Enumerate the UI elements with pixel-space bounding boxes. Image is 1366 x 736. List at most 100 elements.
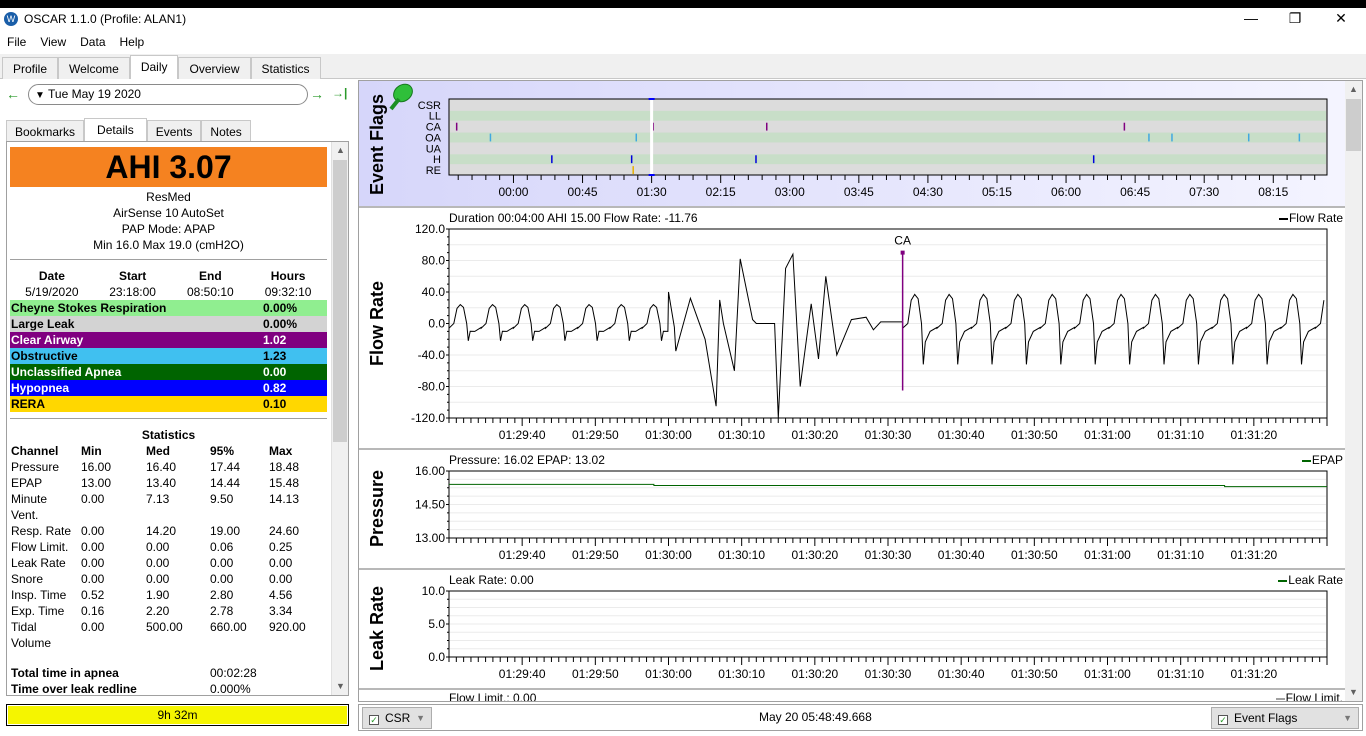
machine-model: AirSense 10 AutoSet [113,206,224,220]
stat-channel: Pressure [11,460,60,474]
total-value: 00:02:28 [210,666,257,680]
stat-p95: 0.00 [210,556,234,570]
tab-daily[interactable]: Daily [129,55,179,79]
pressure-settings: Min 16.0 Max 19.0 (cmH2O) [93,238,244,252]
restore-button[interactable]: ❐ [1272,8,1318,30]
scrollbar-thumb[interactable] [333,160,347,442]
x-tick-label: 01:30:40 [938,548,985,562]
tab-details[interactable]: Details [84,118,147,141]
title-bar: W OSCAR 1.1.0 (Profile: ALAN1) — ❐ ✕ [0,8,1366,30]
flow-rate-graph[interactable]: Flow Rate Duration 00:04:00 AHI 15.00 Fl… [359,208,1345,450]
date-picker[interactable]: ▼ Tue May 19 2020 [28,84,308,105]
y-tick-label: 0.0 [428,650,445,664]
event-index-row: Large Leak 0.00% [10,316,327,332]
x-tick-label: 01:30:50 [1011,428,1058,442]
stat-min: 13.00 [81,476,112,490]
stat-max: 15.48 [269,476,300,490]
event-index-row: RERA 0.10 [10,396,327,412]
stat-min: 0.00 [81,556,105,570]
stat-max: 24.60 [269,524,300,538]
leak-rate-plot[interactable]: 10.0 5.0 0.0 01:29:40 01:29:50 01:30:00 01:30:… [359,570,1345,690]
x-tick-label: 01:30:00 [645,667,692,681]
x-tick-label: 01:30 [637,185,667,199]
session-end: 08:50:10 [187,285,234,299]
x-tick-label: 01:31:10 [1157,428,1204,442]
y-tick-label: 10.0 [422,584,446,598]
event-flags-graph[interactable]: Event Flags CSR LL CA OA UA H RE 00:00 00:45 01:3… [359,81,1345,208]
event-index-label: Cheyne Stokes Respiration [11,301,167,315]
stat-min: 0.00 [81,524,105,538]
detail-tabs: Bookmarks Details Events Notes [6,118,251,141]
x-tick-label: 01:29:50 [572,667,619,681]
stat-channel: Flow Limit. [11,540,69,554]
tab-profile[interactable]: Profile [2,57,59,79]
stat-p95: 2.78 [210,604,234,618]
x-tick-label: 01:30:00 [645,428,692,442]
tab-welcome[interactable]: Welcome [58,57,130,79]
event-flags-plot[interactable]: CSRLLCAOAUAHRE00:00 00:45 01:30 02:15 03:00 0… [359,81,1345,208]
x-tick-label: 01:30:10 [718,548,765,562]
menu-help[interactable]: Help [113,35,152,49]
total-label: Time over leak redline [11,682,137,696]
tab-events[interactable]: Events [146,120,202,141]
dropdown-triangle-icon: ▼ [35,90,45,101]
cursor-timestamp: May 20 05:48:49.668 [759,710,872,724]
session-hours: 09:32:10 [264,285,312,299]
last-day-button[interactable]: →| [332,86,347,100]
x-tick-label: 01:29:50 [572,428,619,442]
view-window-marker [650,99,654,175]
next-day-button[interactable]: → [310,86,324,102]
tab-bookmarks[interactable]: Bookmarks [6,120,85,141]
menu-file[interactable]: File [0,35,33,49]
x-tick-label: 08:15 [1258,185,1288,199]
menu-data[interactable]: Data [73,35,112,49]
pressure-graph[interactable]: Pressure Pressure: 16.02 EPAP: 13.02 EPA… [359,450,1345,570]
scroll-down-icon[interactable]: ▼ [332,678,348,695]
x-tick-label: 03:00 [775,185,805,199]
minimize-button[interactable]: — [1228,8,1274,30]
event-index-label: Obstructive [11,349,78,363]
stat-channel: Insp. Time [11,588,67,602]
view-window-cap [648,98,655,100]
statistics-row: Leak Rate 0.00 0.00 0.00 0.00 [10,555,327,571]
header-end: End [199,269,222,283]
x-tick-label: 06:00 [1051,185,1081,199]
tab-statistics[interactable]: Statistics [250,57,321,79]
menu-view[interactable]: View [33,35,73,49]
col-channel: Channel [11,444,59,458]
row-label: RE [426,165,441,177]
window-title: OSCAR 1.1.0 (Profile: ALAN1) [24,12,187,26]
previous-day-button[interactable]: ← [6,86,20,102]
leak-rate-graph[interactable]: Leak Rate Leak Rate: 0.00 Leak Rate 10.0… [359,570,1345,690]
epap-line [449,483,1327,488]
event-index-row: Cheyne Stokes Respiration 0.00% [10,300,327,316]
event-type-combo[interactable]: ✓ CSR ▼ [362,707,432,729]
event-index-value: 0.00% [263,301,298,315]
flow-rate-plot[interactable]: 120.0 80.0 40.0 0.0 -40.0 -80.0 -120.0 01:29:40… [359,208,1345,450]
x-tick-label: 06:45 [1120,185,1150,199]
x-tick-label: 01:30:40 [938,428,985,442]
machine-info: ResMed AirSense 10 AutoSet PAP Mode: APA… [10,189,327,253]
graphs-scrollbar[interactable]: ▲ ▼ [1345,81,1362,701]
session-summary: Date Start End Hours 5/19/2020 23:18:00 … [10,268,327,300]
pressure-plot[interactable]: 16.00 14.50 13.00 01:29:40 01:29:50 01:30:00 0… [359,450,1345,570]
scrollbar-thumb[interactable] [1346,99,1361,151]
stat-med: 1.90 [146,588,170,602]
x-tick-label: 01:30:20 [791,667,838,681]
details-scrollbar[interactable]: ▲ ▼ [331,142,348,695]
flow-limit-graph[interactable]: Flow Limit.: 0.00 Flow Limit. [359,690,1345,702]
graph-info: Flow Limit.: 0.00 [449,691,537,702]
scroll-up-icon[interactable]: ▲ [1345,81,1362,98]
tab-overview[interactable]: Overview [178,57,251,79]
tab-notes[interactable]: Notes [201,120,251,141]
close-button[interactable]: ✕ [1318,8,1364,30]
y-tick-label: 120.0 [415,222,445,236]
event-index-row: Clear Airway 1.02 [10,332,327,348]
ca-event-label: CA [894,234,911,248]
scroll-up-icon[interactable]: ▲ [332,142,348,159]
graph-visibility-combo[interactable]: ✓ Event Flags ▼ [1211,707,1359,729]
x-tick-label: 01:30:10 [718,667,765,681]
main-tabs: Profile Welcome Daily Overview Statistic… [2,55,321,79]
scroll-down-icon[interactable]: ▼ [1345,684,1362,701]
statistics-row: Insp. Time 0.52 1.90 2.80 4.56 [10,587,327,603]
